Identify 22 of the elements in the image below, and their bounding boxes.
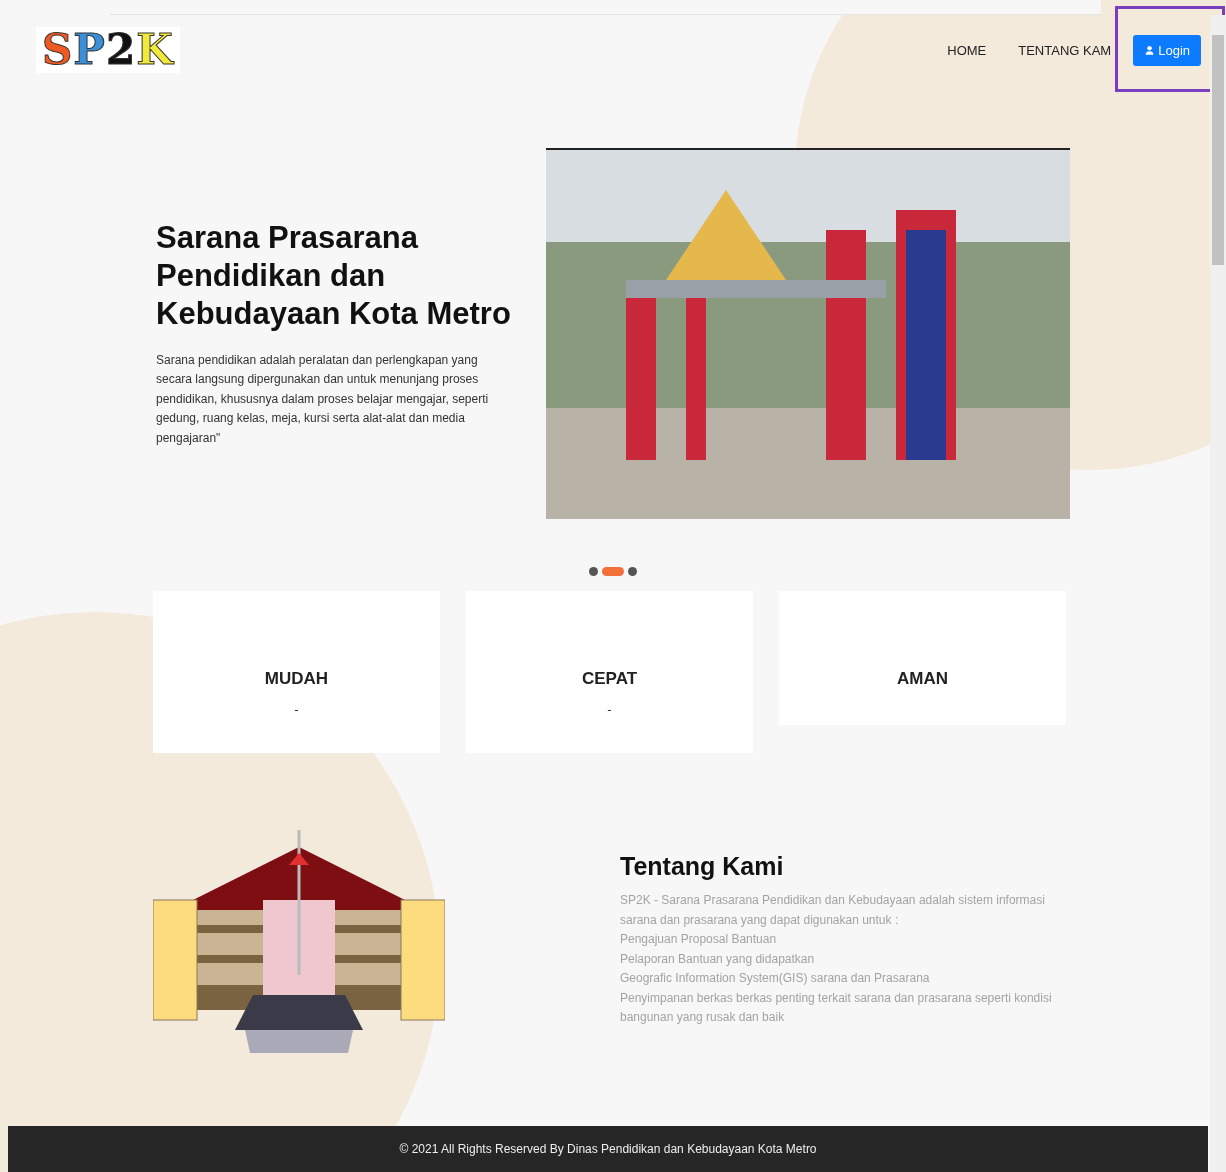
carousel-dot[interactable] [628,567,637,576]
about-text: SP2K - Sarana Prasarana Pendidikan dan Kebudayaan adalah sistem informasi sarana dan prasarana yang dapat digunakan untuk : [620,892,1046,929]
logo[interactable]: SP2K [36,27,180,73]
feature-title: AMAN [897,669,948,689]
about-text: Pelaporan Bantuan yang didapatkan [620,950,816,968]
feature-title: MUDAH [264,669,329,689]
carousel-dot[interactable] [589,567,598,576]
hero-text: Sarana pendidikan adalah peralatan dan perlengkapan yang secara langsung dipergunakan dan untuk menunjang proses pendidikan, khususnya dalam proses belajar mengajar, seperti gedung, ruang kelas, meja, kursi serta alat-alat dan media pengajaran" [156,351,490,447]
about-title: Tentang Kami [620,852,785,882]
about-text: Geografic Information System(GIS) sarana dan Prasarana [620,970,931,988]
user-icon [1144,44,1156,56]
nav-link[interactable]: HOME [947,42,987,58]
about-text: Pengajuan Proposal Bantuan [620,931,778,949]
copyright-text: © 2021 All Rights Reserved By Dinas Pendidikan dan Kebudayaan Kota Metro [399,1142,817,1156]
scrollbar[interactable] [1210,15,1226,1172]
about-text: Penyimpanan berkas berkas penting terkait sarana dan prasarana seperti kondisi bangunan yang rusak dan baik [620,989,1053,1027]
feature-title: CEPAT [581,669,638,689]
nav-link[interactable]: TENTANG KAM [1018,42,1112,58]
feature-text: - [294,703,299,717]
login-button[interactable]: Login [1133,34,1201,66]
hero-title: Sarana Prasarana Pendidikan dan Kebudayaan Kota Metro [156,218,511,333]
feature-text: - [607,703,612,717]
